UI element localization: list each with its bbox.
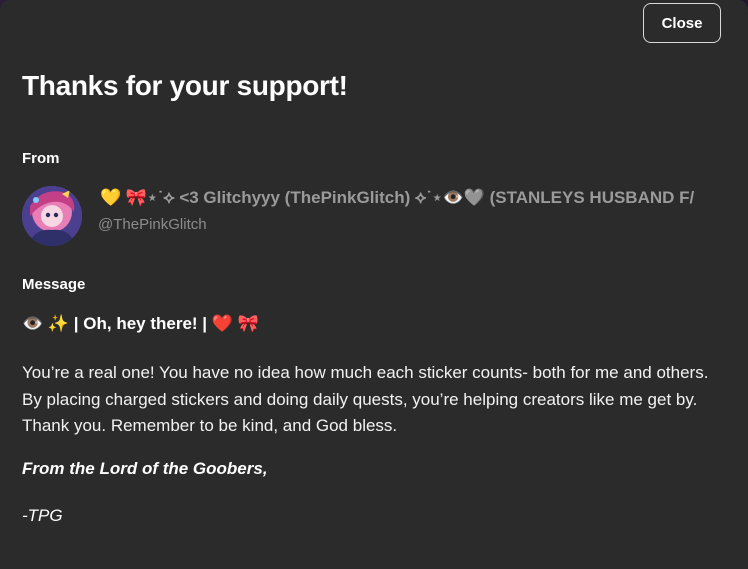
message-label: Message [22,276,86,293]
modal-title: Thanks for your support! [22,70,348,101]
support-thanks-modal: Close Thanks for your support! From 💛 🎀⋆… [0,0,748,569]
avatar-illustration-icon [22,186,82,246]
message-signoff: From the Lord of the Goobers, [22,459,268,478]
message-signature: -TPG [22,506,63,525]
sender-display-name[interactable]: 💛 🎀⋆˙⟡ <3 Glitchyyy (ThePinkGlitch) ⟡˙⋆👁… [100,188,748,208]
sender-avatar[interactable] [22,186,82,246]
close-button[interactable]: Close [643,3,721,43]
message-body: You’re a real one! You have no idea how … [22,363,709,435]
message-heading: 👁️ ✨ | Oh, hey there! | ❤️ 🎀 [22,314,259,333]
sender-handle[interactable]: @ThePinkGlitch [98,216,207,233]
from-label: From [22,150,60,167]
